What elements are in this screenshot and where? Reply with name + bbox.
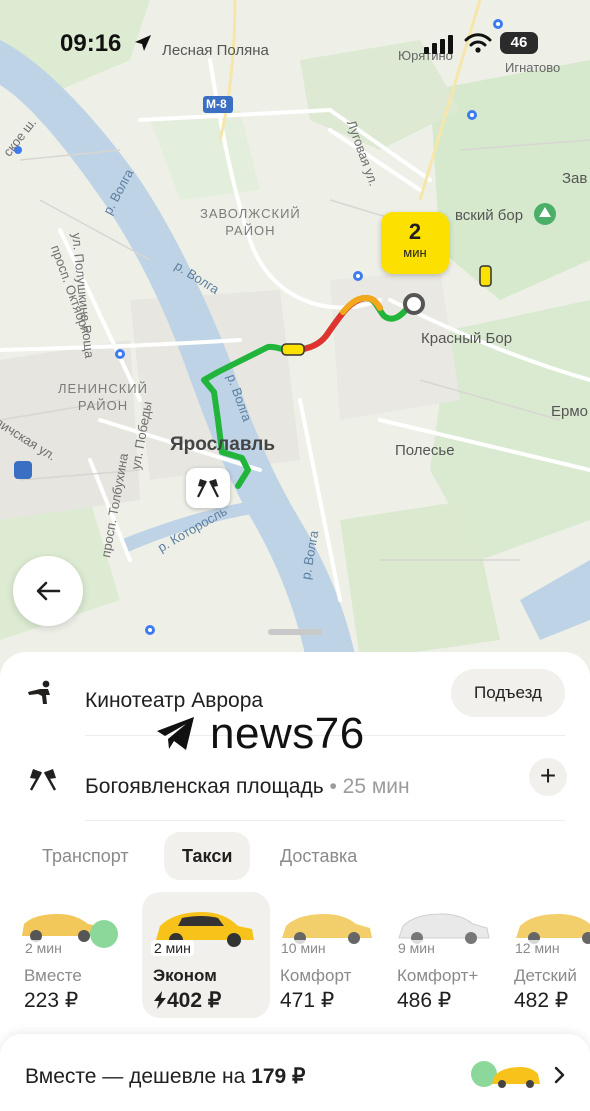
- wifi-icon: [464, 33, 492, 53]
- status-map-place: Лесная Поляна: [162, 42, 269, 59]
- promo-label: Вместе — дешевле на: [25, 1065, 252, 1088]
- tariff-carousel[interactable]: 2 мин Вместе 223 ₽ 2 мин Эконом 402 ₽ 10…: [0, 892, 590, 1020]
- tariff-eta: 9 мин: [395, 940, 438, 956]
- label-zav: Зав: [562, 170, 588, 187]
- tariff-eta: 10 мин: [278, 940, 329, 956]
- destination-address: Богоявленская площадь • 25 мин: [85, 775, 410, 799]
- tariff-eta: 2 мин: [151, 940, 194, 956]
- destination-row[interactable]: Богоявленская площадь • 25 мин: [0, 748, 590, 808]
- highway-sign-m8: M-8: [206, 97, 227, 111]
- location-arrow-icon: [135, 35, 151, 51]
- pickup-eta-unit: мин: [403, 245, 427, 260]
- tariff-name: Вместе: [24, 966, 82, 985]
- tab-transport[interactable]: Транспорт: [42, 832, 129, 880]
- map[interactable]: M-8 ЗАВОЛЖСКИЙ РАЙОН ЛЕНИНСКИЙ РАЙОН Яро…: [0, 0, 590, 680]
- chevron-right-icon: [554, 1066, 565, 1084]
- pickup-eta-value: 2: [408, 219, 422, 244]
- entrance-button[interactable]: Подъезд: [451, 669, 565, 717]
- tariff-name: Комфорт+: [397, 966, 479, 985]
- finish-flags-icon: [29, 769, 57, 791]
- label-leninsky-district: ЛЕНИНСКИЙ РАЙОН: [58, 381, 148, 413]
- pickup-eta-badge: 2 мин: [381, 212, 449, 274]
- add-stop-button[interactable]: +: [529, 758, 567, 796]
- tariff-card-comfort[interactable]: 10 мин Комфорт 471 ₽: [270, 892, 398, 1018]
- label-park: вский бор: [455, 207, 524, 224]
- tariff-price: 471 ₽: [280, 989, 335, 1012]
- route-divider-2: [85, 820, 565, 821]
- label-erm: Ермо: [551, 403, 589, 420]
- sheet-drag-handle[interactable]: [268, 629, 322, 635]
- label-polesye: Полесье: [395, 442, 455, 459]
- back-button[interactable]: [13, 556, 83, 626]
- destination-name: Богоявленская площадь: [85, 775, 324, 798]
- destination-duration: • 25 мин: [323, 775, 410, 798]
- tab-taxi[interactable]: Такси: [164, 832, 251, 880]
- tariff-price: 223 ₽: [24, 989, 79, 1012]
- tariff-card-economy[interactable]: 2 мин Эконом 402 ₽: [142, 892, 270, 1018]
- tariff-name: Детский: [514, 966, 577, 985]
- status-map-place-3: Игнатово: [505, 60, 561, 75]
- finish-flags-icon: [197, 479, 219, 498]
- tariff-eta: 2 мин: [22, 940, 65, 956]
- carpool-car-icon: [471, 1061, 540, 1088]
- label-zavolzhsky-district: ЗАВОЛЖСКИЙ РАЙОН: [200, 206, 301, 238]
- destination-marker[interactable]: [186, 468, 230, 508]
- status-bar: 09:16 Лесная Поляна Юрятино Игнатово 46: [0, 28, 590, 75]
- tariff-price: 482 ₽: [514, 989, 569, 1012]
- battery-indicator: 46: [500, 32, 538, 54]
- tariff-price-wrap: 402 ₽: [153, 988, 221, 1013]
- telegram-icon: [157, 717, 194, 750]
- tariff-card-together[interactable]: 2 мин Вместе 223 ₽: [12, 892, 140, 1018]
- arrow-left-icon: [36, 581, 61, 601]
- tariff-card-comfort-plus[interactable]: 9 мин Комфорт+ 486 ₽: [387, 892, 515, 1018]
- tab-delivery[interactable]: Доставка: [280, 832, 357, 880]
- promo-text: Вместе — дешевле на 179 ₽: [25, 1064, 305, 1089]
- label-yaroslavl: Ярославль: [170, 434, 276, 455]
- lightning-icon: [154, 991, 166, 1009]
- pickup-person-icon: [28, 680, 50, 704]
- tariff-price: 486 ₽: [397, 989, 452, 1012]
- cellular-signal-icon: [424, 35, 453, 54]
- tariff-eta: 12 мин: [512, 940, 563, 956]
- status-time: 09:16: [60, 30, 122, 57]
- tariff-card-kids[interactable]: 12 мин Детский 482 ₽: [504, 892, 590, 1018]
- label-krasny-bor: Красный Бор: [421, 330, 513, 347]
- tariff-price: 402 ₽: [167, 989, 222, 1012]
- tariff-name: Эконом: [153, 966, 217, 985]
- carpool-icon: [90, 920, 118, 948]
- carpool-promo-banner[interactable]: Вместе — дешевле на 179 ₽: [0, 1034, 590, 1111]
- promo-amount: 179 ₽: [251, 1065, 306, 1088]
- tariff-name: Комфорт: [280, 966, 352, 985]
